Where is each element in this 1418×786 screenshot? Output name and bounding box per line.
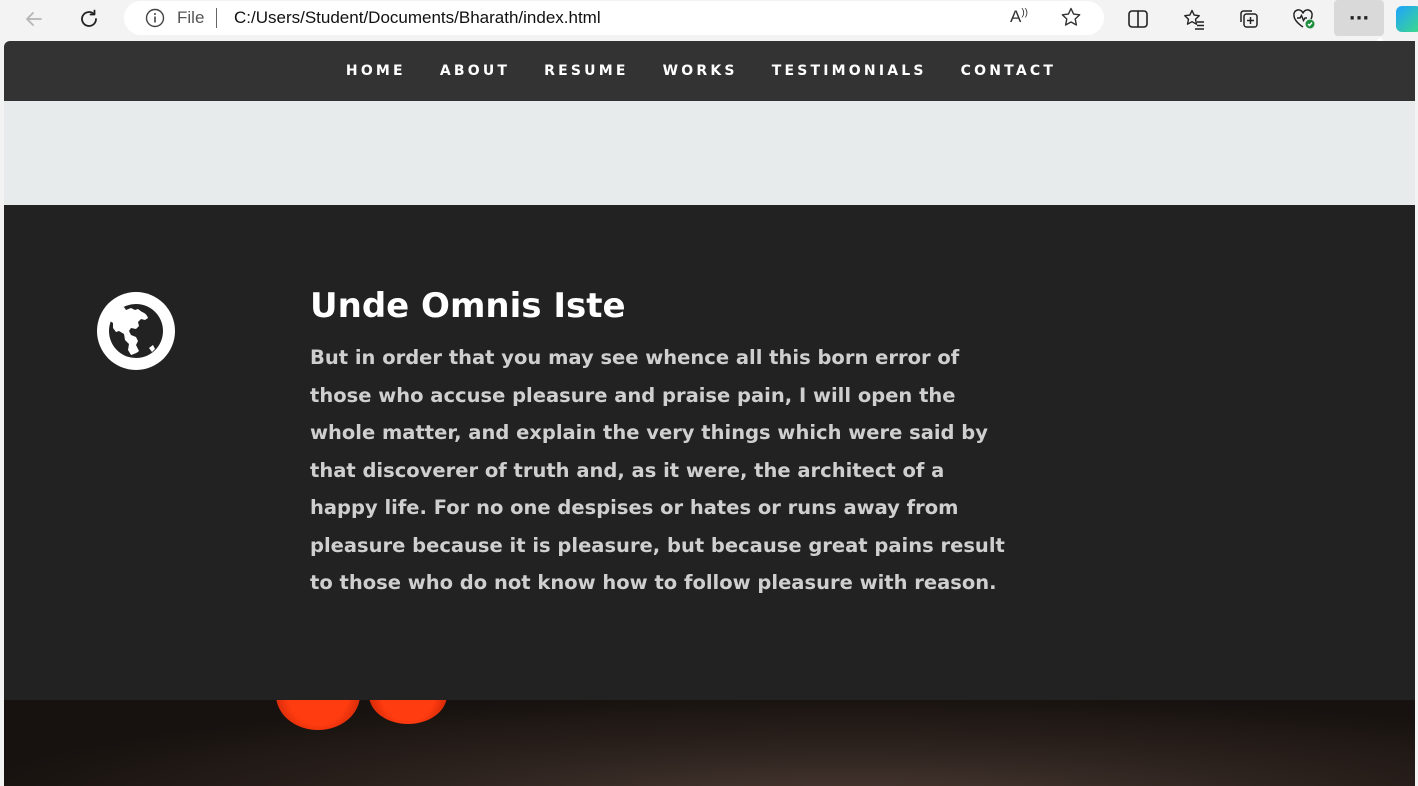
more-icon[interactable]: ··· <box>1334 0 1384 36</box>
collections-icon[interactable] <box>1232 2 1266 36</box>
favorites-icon[interactable] <box>1177 2 1211 36</box>
globe-icon <box>97 292 175 370</box>
bokeh-light <box>369 700 447 724</box>
nav-item-home[interactable]: HOME <box>346 63 406 79</box>
bokeh-light <box>276 700 360 730</box>
address-bar[interactable]: File C:/Users/Student/Documents/Bharath/… <box>124 1 1104 35</box>
main-nav: HOME ABOUT RESUME WORKS TESTIMONIALS CON… <box>4 41 1415 101</box>
copilot-icon[interactable] <box>1396 6 1418 32</box>
address-separator <box>216 8 217 28</box>
more-label: ··· <box>1348 7 1370 29</box>
nav-item-works[interactable]: WORKS <box>663 63 738 79</box>
info-icon[interactable] <box>145 8 165 28</box>
read-aloud-label: A <box>1010 7 1022 26</box>
back-arrow-icon[interactable] <box>17 2 51 36</box>
split-screen-icon[interactable] <box>1121 2 1155 36</box>
address-url[interactable]: C:/Users/Student/Documents/Bharath/index… <box>234 8 601 28</box>
page-viewport: HOME ABOUT RESUME WORKS TESTIMONIALS CON… <box>4 41 1415 786</box>
refresh-icon[interactable] <box>72 2 106 36</box>
nav-item-resume[interactable]: RESUME <box>544 63 629 79</box>
address-scheme-label: File <box>177 8 205 27</box>
nav-item-testimonials[interactable]: TESTIMONIALS <box>772 63 927 79</box>
favorite-star-icon[interactable] <box>1060 6 1082 32</box>
about-title: Unde Omnis Iste <box>310 286 626 326</box>
background-photo <box>4 700 1415 786</box>
browser-essentials-icon[interactable] <box>1287 2 1321 36</box>
read-aloud-icon[interactable]: A)) <box>1010 7 1028 27</box>
nav-item-about[interactable]: ABOUT <box>440 63 510 79</box>
about-text: But in order that you may see whence all… <box>310 346 1005 594</box>
header-bottom-band <box>4 101 1415 205</box>
about-section: Unde Omnis Iste But in order that you ma… <box>4 205 1415 700</box>
nav-item-contact[interactable]: CONTACT <box>961 63 1056 79</box>
browser-toolbar: File C:/Users/Student/Documents/Bharath/… <box>0 0 1418 44</box>
